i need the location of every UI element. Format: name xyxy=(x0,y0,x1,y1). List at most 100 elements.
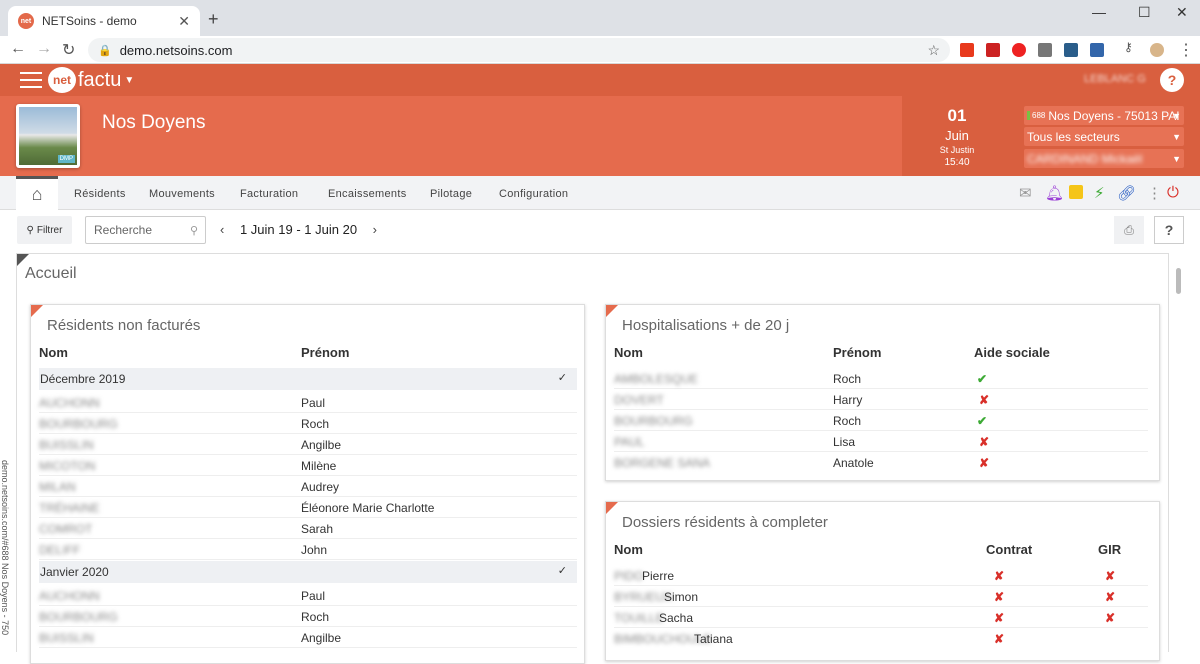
filter-button[interactable]: ⚲ Filtrer xyxy=(17,216,72,244)
chevron-down-icon: ▼ xyxy=(124,74,135,86)
card-corner xyxy=(606,502,618,514)
tab-close-icon[interactable]: ✕ xyxy=(178,13,190,30)
column-header-nom: Nom xyxy=(614,542,643,557)
search-input[interactable]: Recherche ⚲ xyxy=(85,216,206,244)
home-panel: Accueil Résidents non facturés Nom Préno… xyxy=(16,253,1169,664)
extension-icon[interactable] xyxy=(1064,43,1078,57)
establishment-banner: DMP Nos Doyens 01 Juin St Justin 15:40 6… xyxy=(0,96,1200,176)
help-button[interactable]: ? xyxy=(1160,68,1184,92)
printer-icon: ⎙ xyxy=(1124,222,1134,237)
app-header: net factu ▼ LEBLANC G ? xyxy=(0,64,1200,96)
check-icon: ✔ xyxy=(977,372,988,386)
link-icon[interactable]: 🔗︎ xyxy=(1117,184,1136,202)
menu-facturation[interactable]: Facturation xyxy=(240,188,298,200)
maximize-icon[interactable]: ☐ xyxy=(1138,4,1151,21)
table-row[interactable]: BIMBOUCHOULE Tatiana ✘ xyxy=(614,628,1148,649)
forward-icon[interactable]: → xyxy=(36,40,52,58)
profile-avatar[interactable] xyxy=(1150,43,1164,57)
column-header-gir: GIR xyxy=(1098,542,1122,557)
search-placeholder: Recherche xyxy=(94,223,153,237)
table-row[interactable]: PIDO Pierre ✘ ✘ xyxy=(614,565,1148,586)
table-row[interactable]: AUCHONN Paul xyxy=(39,585,577,606)
menu-residents[interactable]: Résidents xyxy=(74,188,126,200)
card-corner xyxy=(606,305,618,317)
menu-configuration[interactable]: Configuration xyxy=(499,188,568,200)
extension-icon[interactable] xyxy=(960,43,974,57)
table-row[interactable]: BOURBOURG Roch xyxy=(39,413,577,434)
app-brand[interactable]: net factu ▼ xyxy=(48,67,134,93)
table-row[interactable]: BYRUEUX Simon ✘ ✘ xyxy=(614,586,1148,607)
home-icon[interactable]: ⌂ xyxy=(16,176,58,210)
period-navigator: ‹ 1 Juin 19 - 1 Juin 20 › xyxy=(216,222,377,237)
more-vertical-icon[interactable]: ⋮ xyxy=(1147,184,1162,202)
browser-tab[interactable]: net NETSoins - demo ✕ xyxy=(8,6,200,36)
table-row[interactable]: BUISSLIN Angilbe xyxy=(39,434,577,455)
page-help-button[interactable]: ? xyxy=(1154,216,1184,244)
table-row[interactable]: AMBOLESQUE Roch ✔ xyxy=(614,368,1148,389)
column-header-aide-sociale: Aide sociale xyxy=(974,345,1050,360)
bookmark-star-icon[interactable]: ☆ xyxy=(927,42,940,59)
table-row[interactable]: BOURBOURG Roch ✔ xyxy=(614,410,1148,431)
cross-icon: ✘ xyxy=(1105,611,1116,625)
card-corner xyxy=(31,305,43,317)
opera-icon[interactable] xyxy=(1012,43,1026,57)
extension-icon[interactable] xyxy=(986,43,1000,57)
previous-period-icon[interactable]: ‹ xyxy=(220,222,224,237)
table-row[interactable]: AUCHONN Paul xyxy=(39,392,577,413)
column-header-nom: Nom xyxy=(614,345,643,360)
table-row[interactable]: DOVERT Harry ✘ xyxy=(614,389,1148,410)
sticky-note-icon[interactable] xyxy=(1069,185,1083,199)
bell-icon[interactable]: 🔔︎ xyxy=(1045,184,1064,202)
incomplete-files-card: Dossiers résidents à completer Nom Contr… xyxy=(605,501,1160,661)
lightning-icon[interactable]: ⚡︎ xyxy=(1094,184,1105,202)
netsoins-logo-icon: net xyxy=(48,67,76,93)
menu-mouvements[interactable]: Mouvements xyxy=(149,188,215,200)
menu-encaissements[interactable]: Encaissements xyxy=(328,188,407,200)
month-group[interactable]: Janvier 2020 ✓ xyxy=(39,561,577,583)
card-title: Dossiers résidents à completer xyxy=(622,514,828,531)
table-row[interactable]: TRÉHAINE Éléonore Marie Charlotte xyxy=(39,497,577,518)
mail-icon[interactable]: ✉ xyxy=(1019,184,1032,202)
table-row[interactable]: PAUL Lisa ✘ xyxy=(614,431,1148,452)
user-select-value: CARDINAND Mickaël xyxy=(1027,151,1143,166)
establishment-photo: DMP xyxy=(16,104,80,168)
window-close-icon[interactable]: ✕ xyxy=(1176,4,1188,21)
sector-select[interactable]: Tous les secteurs ▼ xyxy=(1024,127,1184,146)
reload-icon[interactable]: ↻ xyxy=(62,40,75,60)
establishment-select[interactable]: 688 Nos Doyens - 75013 PAI ▼ xyxy=(1024,106,1184,125)
table-row[interactable]: BOURBOURG Roch xyxy=(39,606,577,627)
period-label[interactable]: 1 Juin 19 - 1 Juin 20 xyxy=(240,222,357,237)
menu-pilotage[interactable]: Pilotage xyxy=(430,188,472,200)
back-icon[interactable]: ← xyxy=(10,40,26,58)
new-tab-icon[interactable]: + xyxy=(208,9,219,30)
key-icon[interactable]: ⚷ xyxy=(1124,40,1133,54)
table-row[interactable]: MILAN Audrey xyxy=(39,476,577,497)
month-label: Janvier 2020 xyxy=(40,565,109,579)
extension-icon[interactable] xyxy=(1090,43,1104,57)
cross-icon: ✘ xyxy=(979,435,990,449)
browser-toolbar: ← → ↻ 🔒 demo.netsoins.com ☆ ⚷ ⋮ xyxy=(0,36,1200,64)
table-row[interactable]: DELIFF John xyxy=(39,539,577,560)
table-row[interactable]: BUISSLIN Angilbe xyxy=(39,627,577,648)
table-row[interactable]: COMROT Sarah xyxy=(39,518,577,539)
user-select[interactable]: CARDINAND Mickaël ▼ xyxy=(1024,149,1184,168)
browser-menu-icon[interactable]: ⋮ xyxy=(1178,40,1194,60)
cross-icon: ✘ xyxy=(1105,590,1116,604)
power-icon[interactable]: ⏻ xyxy=(1167,184,1179,201)
print-button[interactable]: ⎙ xyxy=(1114,216,1144,244)
month-group[interactable]: Décembre 2019 ✓ xyxy=(39,368,577,390)
next-period-icon[interactable]: › xyxy=(373,222,377,237)
table-row[interactable]: BORGENE SANA Anatole ✘ xyxy=(614,452,1148,473)
scrollbar-thumb[interactable] xyxy=(1176,268,1181,294)
date-time: 15:40 xyxy=(944,157,970,168)
table-row[interactable]: TOUILLE Sacha ✘ ✘ xyxy=(614,607,1148,628)
card-title: Hospitalisations + de 20 j xyxy=(622,317,790,334)
page-scrollbar[interactable] xyxy=(1173,253,1185,652)
table-row[interactable]: MICOTON Milène xyxy=(39,455,577,476)
user-name[interactable]: LEBLANC G xyxy=(1084,73,1146,85)
extension-icon[interactable] xyxy=(1038,43,1052,57)
address-bar[interactable]: 🔒 demo.netsoins.com ☆ xyxy=(88,38,950,62)
minimize-icon[interactable]: — xyxy=(1092,4,1106,20)
page-title: Accueil xyxy=(25,265,77,282)
hamburger-menu-icon[interactable] xyxy=(20,72,42,88)
